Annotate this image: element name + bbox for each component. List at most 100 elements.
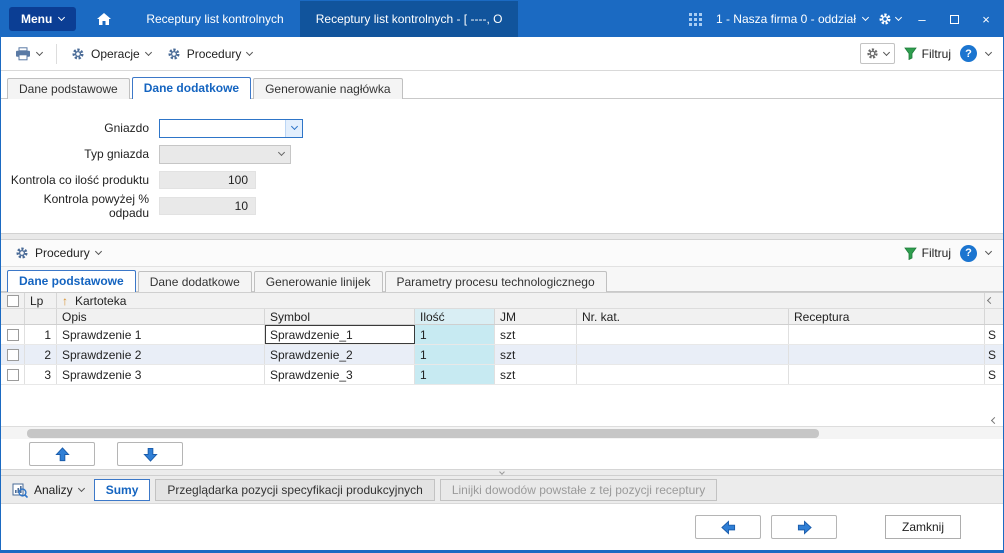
tab-dane-dodatkowe[interactable]: Dane dodatkowe bbox=[131, 77, 252, 99]
cell-lp[interactable]: 3 bbox=[25, 365, 57, 384]
operacje-menu-button[interactable]: Operacje bbox=[65, 44, 157, 64]
filter-funnel-icon bbox=[903, 47, 917, 60]
print-button[interactable] bbox=[9, 44, 48, 64]
cell-opis[interactable]: Sprawdzenie 3 bbox=[57, 365, 265, 384]
cell-opis[interactable]: Sprawdzenie 2 bbox=[57, 345, 265, 364]
row-checkbox[interactable] bbox=[6, 328, 19, 341]
analizy-menu-button[interactable]: Analizy bbox=[7, 482, 89, 498]
move-row-up-button[interactable] bbox=[29, 442, 95, 466]
row-checkbox[interactable] bbox=[6, 368, 19, 381]
cell-symbol[interactable]: Sprawdzenie_3 bbox=[265, 365, 415, 384]
cell-receptura[interactable] bbox=[789, 365, 985, 384]
typ-gniazda-label: Typ gniazda bbox=[84, 147, 149, 161]
cell-nr-kat[interactable] bbox=[577, 365, 789, 384]
collapse-chevron-icon bbox=[499, 468, 505, 475]
tab-generowanie-naglowka[interactable]: Generowanie nagłówka bbox=[253, 78, 403, 99]
column-header-receptura[interactable]: Receptura bbox=[789, 309, 985, 324]
cell-ilosc[interactable]: 1 bbox=[415, 365, 495, 384]
chevron-down-icon bbox=[246, 48, 254, 56]
cell-jm[interactable]: szt bbox=[495, 345, 577, 364]
move-row-down-button[interactable] bbox=[117, 442, 183, 466]
scroll-left-icon[interactable] bbox=[990, 416, 999, 425]
cell-cutoff: S bbox=[988, 327, 997, 342]
select-all-checkbox[interactable] bbox=[6, 294, 19, 307]
cell-nr-kat[interactable] bbox=[577, 325, 789, 344]
bottom-splitter[interactable] bbox=[1, 468, 1003, 476]
window-tab-active[interactable]: Receptury list kontrolnych - [ ----, O bbox=[299, 1, 519, 37]
minimize-button[interactable]: – bbox=[911, 8, 933, 30]
combo-dropdown-button[interactable] bbox=[285, 119, 302, 137]
section-overflow-chevron-icon[interactable] bbox=[984, 247, 993, 256]
filter-button[interactable]: Filtruj bbox=[903, 47, 951, 61]
cell-receptura[interactable] bbox=[789, 325, 985, 344]
analysis-chart-magnifier-icon bbox=[12, 483, 28, 498]
arrow-right-icon bbox=[797, 519, 812, 535]
column-header-nr-kat[interactable]: Nr. kat. bbox=[577, 309, 789, 324]
chevron-down-icon bbox=[77, 484, 85, 492]
tab-sumy[interactable]: Sumy bbox=[93, 478, 151, 501]
cell-symbol[interactable]: Sprawdzenie_2 bbox=[265, 345, 415, 364]
toolbar-overflow-chevron-icon[interactable] bbox=[984, 48, 993, 56]
horizontal-scrollbar[interactable] bbox=[1, 426, 1003, 439]
window-tab-background[interactable]: Receptury list kontrolnych bbox=[130, 1, 299, 37]
column-header-ilosc[interactable]: Ilość bbox=[415, 309, 495, 324]
gear-icon bbox=[72, 48, 84, 59]
tab-dane-podstawowe[interactable]: Dane podstawowe bbox=[7, 78, 130, 99]
cell-cutoff: S bbox=[988, 367, 997, 382]
cell-receptura[interactable] bbox=[789, 345, 985, 364]
apps-grid-icon[interactable] bbox=[688, 12, 702, 26]
row-checkbox[interactable] bbox=[6, 348, 19, 361]
filter-button[interactable]: Filtruj bbox=[903, 246, 951, 260]
scroll-left-icon[interactable] bbox=[986, 296, 995, 305]
view-settings-button[interactable] bbox=[859, 43, 895, 64]
home-icon[interactable] bbox=[96, 12, 112, 26]
tab-przegladarka-pozycji[interactable]: Przeglądarka pozycji specyfikacji produk… bbox=[155, 478, 435, 501]
column-header-jm[interactable]: JM bbox=[495, 309, 577, 324]
menu-button[interactable]: Menu bbox=[9, 7, 77, 31]
close-button[interactable]: × bbox=[975, 8, 997, 30]
gear-icon bbox=[16, 247, 28, 259]
tab-grid-dane-dodatkowe[interactable]: Dane dodatkowe bbox=[137, 271, 252, 292]
kontrola-ilosc-field[interactable]: 100 bbox=[159, 171, 256, 189]
column-group-kartoteka[interactable]: ↑ Kartoteka bbox=[57, 293, 985, 308]
zamknij-button[interactable]: Zamknij bbox=[885, 515, 961, 539]
arrow-left-icon bbox=[720, 519, 735, 535]
chevron-down-icon bbox=[35, 48, 44, 56]
sort-ascending-icon[interactable]: ↑ bbox=[62, 294, 68, 308]
table-row[interactable]: 2 Sprawdzenie 2 Sprawdzenie_2 1 szt S bbox=[1, 345, 1003, 365]
settings-menu-button[interactable] bbox=[878, 12, 903, 26]
cell-ilosc[interactable]: 1 bbox=[415, 325, 495, 344]
column-header-opis[interactable]: Opis bbox=[57, 309, 265, 324]
column-header-symbol[interactable]: Symbol bbox=[265, 309, 415, 324]
maximize-button[interactable] bbox=[943, 8, 965, 30]
tab-parametry-procesu[interactable]: Parametry procesu technologicznego bbox=[384, 271, 607, 292]
gniazdo-combobox[interactable] bbox=[159, 118, 303, 138]
kontrola-odpad-field[interactable]: 10 bbox=[159, 197, 256, 215]
table-row[interactable]: 1 Sprawdzenie 1 Sprawdzenie_1 1 szt S bbox=[1, 325, 1003, 345]
tab-generowanie-linijek[interactable]: Generowanie linijek bbox=[253, 271, 383, 292]
tab-grid-dane-podstawowe[interactable]: Dane podstawowe bbox=[7, 270, 136, 292]
previous-record-button[interactable] bbox=[695, 515, 761, 539]
arrow-up-icon bbox=[54, 446, 70, 461]
cell-jm[interactable]: szt bbox=[495, 325, 577, 344]
procedury-menu-button[interactable]: Procedury bbox=[161, 44, 259, 64]
horizontal-splitter[interactable] bbox=[1, 233, 1003, 240]
help-icon[interactable]: ? bbox=[960, 45, 977, 62]
cell-jm[interactable]: szt bbox=[495, 365, 577, 384]
cell-ilosc[interactable]: 1 bbox=[415, 345, 495, 364]
combo-dropdown-button[interactable] bbox=[273, 146, 290, 163]
cell-symbol-focused[interactable]: Sprawdzenie_1 bbox=[265, 325, 415, 344]
table-row[interactable]: 3 Sprawdzenie 3 Sprawdzenie_3 1 szt S bbox=[1, 365, 1003, 385]
company-label: 1 - Nasza firma 0 - oddział bbox=[715, 12, 856, 26]
cell-lp[interactable]: 2 bbox=[25, 345, 57, 364]
company-selector[interactable]: 1 - Nasza firma 0 - oddział bbox=[715, 12, 870, 26]
procedury-section-button[interactable]: Procedury bbox=[9, 243, 107, 263]
cell-nr-kat[interactable] bbox=[577, 345, 789, 364]
scrollbar-thumb[interactable] bbox=[27, 429, 819, 438]
cell-lp[interactable]: 1 bbox=[25, 325, 57, 344]
typ-gniazda-combobox[interactable] bbox=[159, 144, 291, 164]
help-icon[interactable]: ? bbox=[960, 244, 977, 262]
cell-opis[interactable]: Sprawdzenie 1 bbox=[57, 325, 265, 344]
column-header-lp[interactable]: Lp bbox=[25, 293, 57, 308]
next-record-button[interactable] bbox=[771, 515, 837, 539]
